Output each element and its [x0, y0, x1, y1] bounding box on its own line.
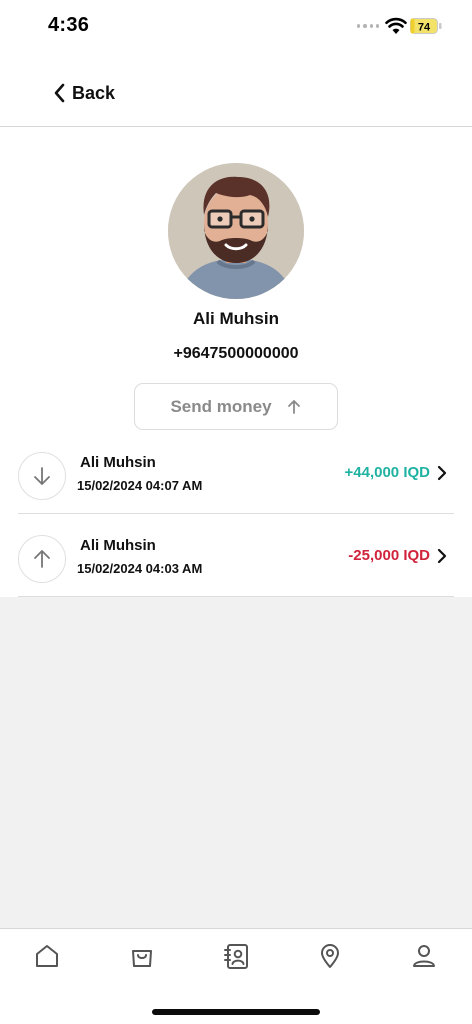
- battery-level: 74: [418, 22, 431, 34]
- shopping-bag-icon: [132, 950, 152, 967]
- transaction-amount: +44,000 IQD: [344, 464, 430, 481]
- tab-profile[interactable]: [404, 939, 444, 973]
- avatar: [168, 163, 304, 299]
- tab-shop[interactable]: [122, 939, 162, 973]
- transaction-date: 15/02/2024 04:03 AM: [77, 561, 203, 576]
- status-time: 4:36: [48, 14, 90, 36]
- transaction-name: Ali Muhsin: [80, 537, 156, 554]
- transaction-row[interactable]: Ali Muhsin 15/02/2024 04:07 AM +44,000 I…: [18, 430, 454, 514]
- location-pin-icon: [321, 944, 339, 968]
- tab-locations[interactable]: [310, 939, 350, 973]
- send-money-button[interactable]: Send money: [134, 383, 338, 430]
- chevron-right-icon: [437, 465, 447, 481]
- profile-name: Ali Muhsin: [193, 309, 279, 328]
- cellular-signal-icon: [357, 24, 379, 30]
- back-button[interactable]: Back: [52, 80, 115, 106]
- transaction-row[interactable]: Ali Muhsin 15/02/2024 04:03 AM -25,000 I…: [18, 513, 454, 597]
- home-icon: [36, 945, 58, 967]
- arrow-up-icon: [287, 399, 300, 414]
- main-content: 4:36 74 Back Ali Muhsin +9647500000000 S…: [0, 0, 472, 597]
- nav-divider: [0, 126, 472, 127]
- profile-icon: [413, 945, 435, 967]
- tab-home[interactable]: [27, 939, 67, 973]
- tab-contacts[interactable]: [216, 939, 256, 973]
- home-indicator: [152, 1009, 320, 1015]
- transaction-date: 15/02/2024 04:07 AM: [77, 478, 203, 493]
- arrow-up-icon: [18, 535, 66, 583]
- wifi-icon: [385, 17, 407, 34]
- back-label: Back: [72, 82, 116, 103]
- send-money-label: Send money: [170, 396, 272, 416]
- row-divider: [18, 596, 454, 597]
- profile-phone: +9647500000000: [173, 345, 299, 362]
- transaction-amount: -25,000 IQD: [348, 547, 430, 564]
- battery-icon: 74: [410, 18, 442, 34]
- arrow-down-icon: [18, 452, 66, 500]
- contacts-book-icon: [224, 944, 248, 969]
- transaction-name: Ali Muhsin: [80, 454, 156, 471]
- chevron-left-icon: [54, 83, 65, 103]
- chevron-right-icon: [437, 548, 447, 564]
